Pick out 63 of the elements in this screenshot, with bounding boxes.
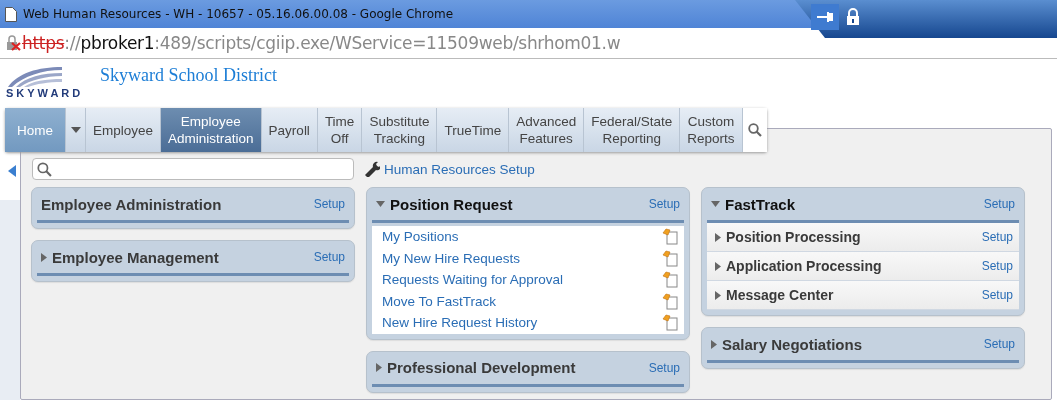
dropdown-button[interactable] (66, 108, 86, 152)
section-title[interactable]: Message Center (715, 287, 982, 303)
menu-link[interactable]: Move To FastTrack (382, 293, 497, 309)
pin-icon[interactable] (811, 4, 839, 30)
new-document-icon[interactable] (662, 292, 678, 310)
nav-tab[interactable]: Federal/State Reporting (584, 108, 681, 152)
wrench-icon (364, 161, 380, 177)
new-document-icon[interactable] (662, 228, 678, 246)
section-title[interactable]: Application Processing (715, 258, 982, 274)
search-field[interactable] (32, 158, 354, 180)
setup-link[interactable]: Setup (981, 288, 1013, 302)
setup-link[interactable]: Setup (981, 259, 1013, 273)
panel-title[interactable]: Employee Administration (41, 195, 314, 213)
setup-link[interactable]: Setup (983, 197, 1015, 211)
setup-link[interactable]: Setup (313, 197, 345, 211)
expand-arrow-icon (715, 261, 721, 271)
panel-title[interactable]: FastTrack (711, 195, 984, 213)
swoosh-logo-icon (6, 65, 62, 87)
setup-link[interactable]: Setup (981, 230, 1013, 244)
nav-tab[interactable]: TrueTime (437, 108, 510, 152)
collapse-arrow-icon (711, 201, 720, 207)
panel-title[interactable]: Salary Negotiations (711, 335, 984, 353)
expand-arrow-icon (715, 232, 721, 242)
site-title: Skyward School District (100, 65, 277, 87)
address-bar[interactable]: https://pbroker1:489/scripts/cgiip.exe/WService=11509web/shrhom01.w (0, 28, 1057, 59)
url-text: https://pbroker1:489/scripts/cgiip.exe/WService=11509web/shrhom01.w (22, 33, 621, 53)
setup-link[interactable]: Setup (648, 360, 680, 375)
lock-icon (846, 8, 860, 25)
expand-arrow-icon (376, 363, 382, 372)
expand-arrow-icon (715, 290, 721, 300)
caret-icon (70, 127, 81, 133)
menu-link[interactable]: My Positions (382, 229, 459, 245)
nav-tab[interactable]: Time Off (317, 108, 363, 152)
panel-title[interactable]: Employee Management (41, 248, 314, 266)
nav-tab[interactable]: Employee Administration (161, 108, 262, 152)
collapse-arrow-icon (376, 201, 385, 207)
search-icon (37, 161, 52, 177)
search-icon[interactable] (742, 108, 767, 152)
hr-setup-link[interactable]: Human Resources Setup (384, 161, 535, 177)
panel-title[interactable]: Professional Development (376, 359, 649, 376)
menu-link[interactable]: New Hire Request History (382, 315, 538, 331)
menu-link[interactable]: Requests Waiting for Approval (382, 272, 564, 288)
new-document-icon[interactable] (662, 314, 678, 332)
nav-tab[interactable]: Custom Reports (680, 108, 743, 152)
new-document-icon[interactable] (662, 249, 678, 267)
window-title: Web Human Resources - WH - 10657 - 05.16.06.00.08 - Google Chrome (23, 7, 454, 21)
insecure-lock-icon (6, 35, 22, 51)
collapse-arrow-icon[interactable] (8, 165, 16, 177)
page-icon (5, 6, 17, 22)
logo-text: SKYWARD (6, 87, 84, 99)
menu-link[interactable]: My New Hire Requests (382, 250, 521, 266)
expand-arrow-icon (711, 339, 717, 349)
setup-link[interactable]: Setup (648, 197, 680, 211)
section-title[interactable]: Position Processing (715, 229, 982, 245)
panel-title[interactable]: Position Request (376, 195, 649, 213)
new-document-icon[interactable] (662, 271, 678, 289)
setup-link[interactable]: Setup (983, 337, 1015, 351)
setup-link[interactable]: Setup (313, 250, 345, 264)
nav-tab[interactable]: Substitute Tracking (362, 108, 438, 152)
expand-arrow-icon (41, 252, 47, 262)
nav-tab[interactable]: Employee (86, 108, 162, 152)
nav-tab[interactable]: Payroll (261, 108, 318, 152)
nav-tab[interactable]: Advanced Features (509, 108, 585, 152)
